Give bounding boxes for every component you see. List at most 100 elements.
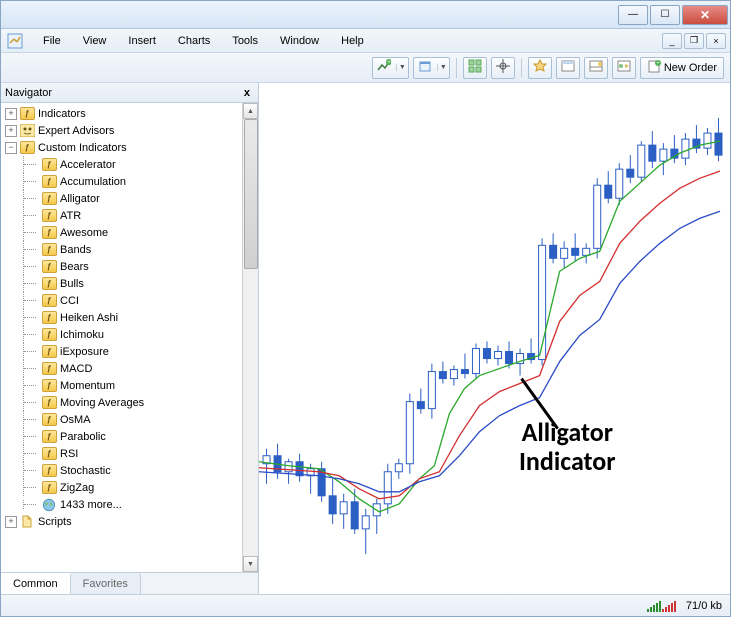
new-chart-button[interactable]: + ▼ (372, 57, 409, 79)
tester-icon (617, 59, 631, 76)
connection-bars-icon (647, 600, 676, 612)
tree-item-label[interactable]: iExposure (60, 346, 109, 358)
dropdown-icon: ▼ (437, 64, 445, 71)
tree-item-label[interactable]: Moving Averages (60, 397, 144, 409)
tab-common[interactable]: Common (1, 573, 71, 594)
tree-item-label[interactable]: Parabolic (60, 431, 106, 443)
tree-item-custom-indicators[interactable]: −ƒCustom Indicators (1, 139, 242, 156)
tab-favorites[interactable]: Favorites (71, 573, 141, 594)
menu-insert[interactable]: Insert (118, 31, 166, 51)
tree-item-label[interactable]: Ichimoku (60, 329, 104, 341)
tree-item-label[interactable]: Alligator (60, 193, 100, 205)
tree-item-parabolic[interactable]: ƒParabolic (1, 428, 242, 445)
tree-item-label[interactable]: CCI (60, 295, 79, 307)
tree-scripts[interactable]: Scripts (38, 516, 72, 528)
tree-item-ichimoku[interactable]: ƒIchimoku (1, 326, 242, 343)
tree-item-moving-averages[interactable]: ƒMoving Averages (1, 394, 242, 411)
tree-item-heiken-ashi[interactable]: ƒHeiken Ashi (1, 309, 242, 326)
menu-help[interactable]: Help (331, 31, 374, 51)
tree-indicators[interactable]: Indicators (38, 108, 86, 120)
tree-item-bulls[interactable]: ƒBulls (1, 275, 242, 292)
tree-item-rsi[interactable]: ƒRSI (1, 445, 242, 462)
navigator-tree: +ƒIndicators+Expert Advisors−ƒCustom Ind… (1, 103, 242, 572)
tree-item-label[interactable]: Bulls (60, 278, 84, 290)
fx-icon: ƒ (41, 242, 57, 258)
tree-more-label[interactable]: 1433 more... (60, 499, 122, 511)
expander-icon[interactable]: + (5, 108, 17, 120)
scroll-down-button[interactable]: ▼ (243, 556, 258, 572)
annotation-line-2: Indicator (519, 447, 616, 476)
profiles-button[interactable]: ▼ (413, 57, 450, 79)
chart-annotation: Alligator Indicator (519, 418, 616, 475)
navigator-titlebar: Navigator x (1, 83, 258, 103)
tree-item-label[interactable]: Accelerator (60, 159, 116, 171)
tree-item-bands[interactable]: ƒBands (1, 241, 242, 258)
new-order-button[interactable]: + New Order (640, 57, 724, 79)
terminal-button[interactable] (584, 57, 608, 79)
tree-item-label[interactable]: OsMA (60, 414, 91, 426)
tree-item-cci[interactable]: ƒCCI (1, 292, 242, 309)
navigator-close-button[interactable]: x (240, 87, 254, 99)
minimize-button[interactable]: — (618, 5, 648, 25)
tree-item-accumulation[interactable]: ƒAccumulation (1, 173, 242, 190)
tree-item-label[interactable]: RSI (60, 448, 78, 460)
tree-item-label[interactable]: Heiken Ashi (60, 312, 118, 324)
tree-item-expert-advisors[interactable]: + Expert Advisors (1, 122, 242, 139)
tree-item-accelerator[interactable]: ƒAccelerator (1, 156, 242, 173)
navigator-button[interactable] (556, 57, 580, 79)
fx-icon: ƒ (41, 310, 57, 326)
tree-item-label[interactable]: Awesome (60, 227, 108, 239)
tree-item-label[interactable]: ATR (60, 210, 81, 222)
tree-item-atr[interactable]: ƒATR (1, 207, 242, 224)
tree-item-scripts[interactable]: + Scripts (1, 513, 242, 530)
menu-view[interactable]: View (73, 31, 117, 51)
tree-item-iexposure[interactable]: ƒiExposure (1, 343, 242, 360)
tree-custom-indicators[interactable]: Custom Indicators (38, 142, 127, 154)
tree-item-label[interactable]: Stochastic (60, 465, 111, 477)
tree-item-bears[interactable]: ƒBears (1, 258, 242, 275)
tree-item-label[interactable]: ZigZag (60, 482, 94, 494)
mdi-minimize-button[interactable]: _ (662, 33, 682, 49)
chart-area[interactable]: Alligator Indicator (259, 83, 730, 594)
tree-item-osma[interactable]: ƒOsMA (1, 411, 242, 428)
tree-item-label[interactable]: Bears (60, 261, 89, 273)
data-window-button[interactable] (528, 57, 552, 79)
mdi-close-button[interactable]: × (706, 33, 726, 49)
market-watch-button[interactable] (463, 57, 487, 79)
crosshair-button[interactable] (491, 57, 515, 79)
menu-charts[interactable]: Charts (168, 31, 220, 51)
strategy-tester-button[interactable] (612, 57, 636, 79)
tree-item-label[interactable]: MACD (60, 363, 92, 375)
tree-item-label[interactable]: Bands (60, 244, 91, 256)
tree-item-stochastic[interactable]: ƒStochastic (1, 462, 242, 479)
tree-item-awesome[interactable]: ƒAwesome (1, 224, 242, 241)
connection-kb: 71/0 kb (686, 600, 722, 612)
crosshair-icon (496, 59, 510, 76)
fx-icon: ƒ (41, 480, 57, 496)
close-button[interactable]: ✕ (682, 5, 728, 25)
fx-icon: ƒ (41, 429, 57, 445)
expander-icon[interactable]: + (5, 125, 17, 137)
expander-icon[interactable]: + (5, 516, 17, 528)
expander-icon[interactable]: − (5, 142, 17, 154)
tree-item-macd[interactable]: ƒMACD (1, 360, 242, 377)
tree-expert-advisors[interactable]: Expert Advisors (38, 125, 114, 137)
menu-window[interactable]: Window (270, 31, 329, 51)
tree-item-momentum[interactable]: ƒMomentum (1, 377, 242, 394)
menu-tools[interactable]: Tools (222, 31, 268, 51)
maximize-button[interactable]: ☐ (650, 5, 680, 25)
tree-item-alligator[interactable]: ƒAlligator (1, 190, 242, 207)
tree-item-more[interactable]: 1433 more... (1, 496, 242, 513)
navigator-tabs: Common Favorites (1, 572, 258, 594)
tree-item-label[interactable]: Accumulation (60, 176, 126, 188)
tree-item-indicators[interactable]: +ƒIndicators (1, 105, 242, 122)
mdi-restore-button[interactable]: ❐ (684, 33, 704, 49)
scroll-thumb[interactable] (244, 119, 258, 269)
fx-icon: ƒ (41, 412, 57, 428)
menu-file[interactable]: File (33, 31, 71, 51)
tree-item-label[interactable]: Momentum (60, 380, 115, 392)
fx-icon: ƒ (19, 140, 35, 156)
tree-item-zigzag[interactable]: ƒZigZag (1, 479, 242, 496)
scrollbar[interactable]: ▲ ▼ (242, 103, 258, 572)
scroll-up-button[interactable]: ▲ (243, 103, 258, 119)
